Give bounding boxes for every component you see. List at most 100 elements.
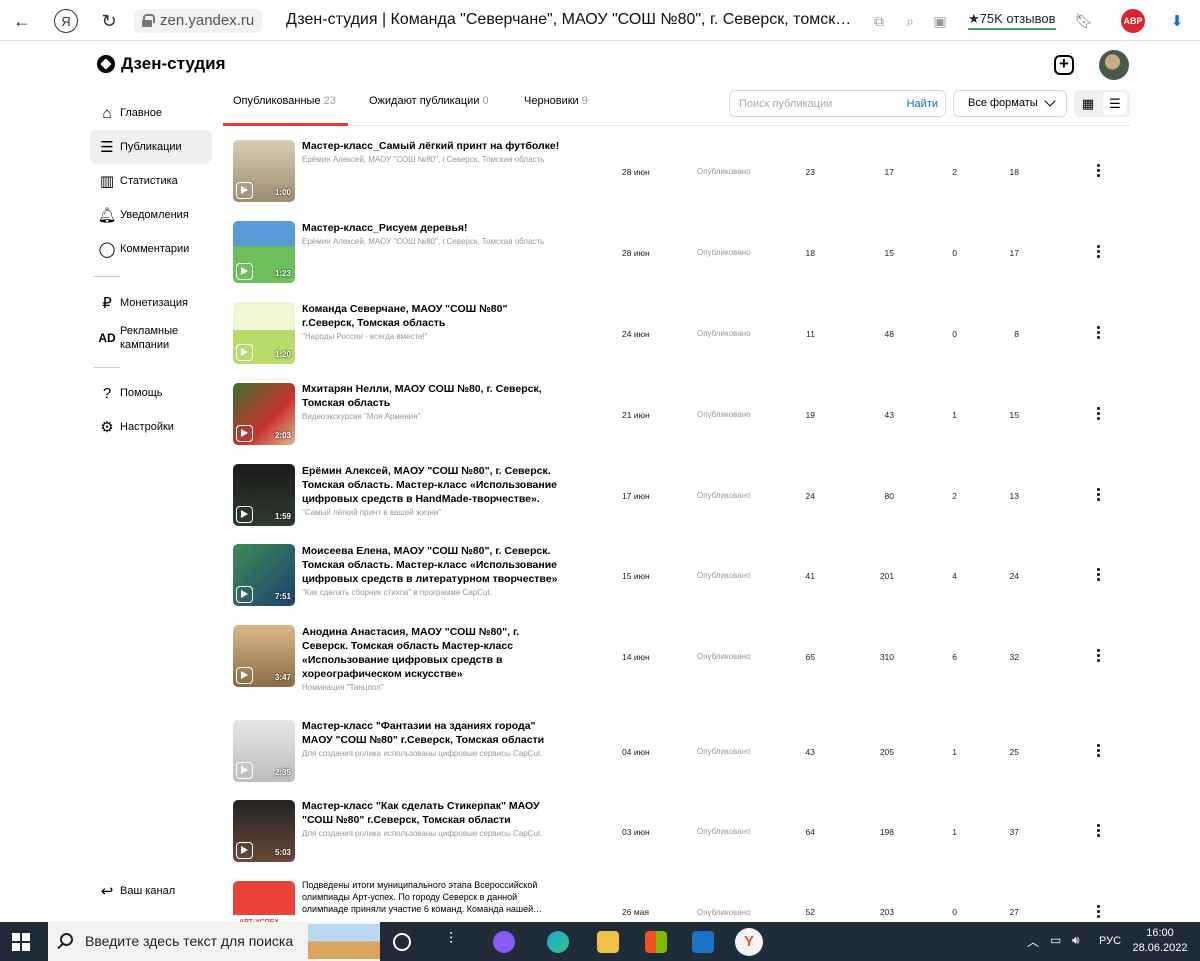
video-thumbnail[interactable]: 5:03 [233,800,295,862]
publication-title[interactable]: Подведены итоги муниципального этапа Все… [302,879,560,915]
search-page-icon[interactable]: ⌕ [898,9,922,33]
yandex-browser-taskbar-icon[interactable]: Y [735,928,763,956]
publication-title[interactable]: Мастер-класс_Самый лёгкий принт на футбо… [302,139,560,153]
video-thumbnail[interactable]: 1:23 [233,221,295,283]
tab-pending[interactable]: Ожидают публикации 0 [369,95,489,107]
more-options-icon[interactable] [1093,407,1103,422]
sidebar-item-notifications[interactable]: 🔔︎ Уведомления [90,198,212,232]
tray-chevron-icon[interactable]: ︿ [1027,933,1039,950]
more-options-icon[interactable] [1093,744,1103,759]
publication-metric: 52 [805,907,815,917]
sidebar-item-stats[interactable]: ▥ Статистика [90,164,212,198]
video-thumbnail[interactable]: 3:47 [233,625,295,687]
publication-title[interactable]: Мхитарян Нелли, МАОУ СОШ №80, г. Северск… [302,382,560,410]
publication-row[interactable]: 1:59 Ерёмин Алексей, МАОУ "СОШ №80", г. С… [223,450,1130,531]
more-options-icon[interactable] [1093,164,1103,179]
tab-published[interactable]: Опубликованные 23 [233,95,336,107]
more-options-icon[interactable] [1093,568,1103,583]
edge-icon[interactable] [547,931,569,953]
taskbar-search-input[interactable]: Введите здесь текст для поиска [48,922,380,961]
format-filter-dropdown[interactable]: Все форматы [953,90,1067,117]
file-explorer-icon[interactable] [597,931,619,953]
sidebar-item-home[interactable]: ⌂ Главное [90,96,212,130]
video-thumbnail[interactable]: 2:35 [233,720,295,782]
publication-metric: 11 [806,329,815,339]
play-icon [236,842,253,859]
more-options-icon[interactable] [1093,824,1103,839]
alice-icon[interactable] [493,931,515,953]
back-arrow-icon[interactable]: ← [10,9,34,33]
store-icon[interactable] [645,931,667,953]
task-view-icon[interactable] [393,933,411,951]
reload-icon[interactable]: ↻ [97,9,121,33]
yandex-browser-icon[interactable]: Я [54,9,78,33]
more-options-icon[interactable] [1093,326,1103,341]
notifications-icon[interactable]: ▣ [928,9,952,33]
network-icon[interactable]: ▭ [1050,933,1061,947]
sidebar-item-comments[interactable]: ◯ Комментарии [90,232,212,266]
translate-icon[interactable]: ⧉ [867,9,891,33]
publication-row[interactable]: 2:03 Мхитарян Нелли, МАОУ СОШ №80, г. Сев… [223,369,1130,450]
create-button[interactable]: + [1054,55,1074,75]
list-view-icon[interactable]: ☰ [1103,92,1127,115]
publication-metric: 6 [952,652,957,662]
publication-row[interactable]: 1:20 Команда Северчане, МАОУ "СОШ №80" г.… [223,288,1130,369]
publication-status: Опубликовано [697,652,751,661]
publication-title[interactable]: Мастер-класс "Фантазии на зданиях города… [302,719,560,747]
abp-extension-icon[interactable]: ABP [1121,9,1145,33]
sidebar-item-publications[interactable]: ☰ Публикации [90,130,212,164]
publication-title[interactable]: Ерёмин Алексей, МАОУ "СОШ №80", г. Север… [302,464,560,506]
play-icon [236,263,253,280]
zen-logo-icon [97,55,115,73]
publication-row[interactable]: 3:47 Анодина Анастасия, МАОУ "СОШ №80", г… [223,611,1130,692]
grid-view-icon[interactable]: ▦ [1076,92,1100,115]
ruble-icon: ₽ [102,295,112,312]
publication-metric: 0 [952,329,957,339]
sidebar-item-monetization[interactable]: ₽ Монетизация [90,286,212,320]
downloads-icon[interactable]: ⬇ [1165,9,1189,33]
search-button[interactable]: Найти [907,98,938,110]
publication-title[interactable]: Мастер-класс_Рисуем деревья! [302,221,560,235]
publication-status: Опубликовано [697,410,751,419]
language-indicator[interactable]: РУС [1099,935,1121,947]
publication-row[interactable]: 1:00 Мастер-класс_Самый лёгкий принт на ф… [223,126,1130,207]
publication-metric: 1 [952,747,957,757]
gear-icon: ⚙ [100,419,114,436]
sidebar-item-your-channel[interactable]: ↩ Ваш канал [90,874,212,908]
sidebar-item-ad-campaigns[interactable]: AD Рекламные кампании [90,321,212,355]
more-options-icon[interactable] [1093,905,1103,920]
video-thumbnail[interactable]: 1:59 [233,464,295,526]
app-logo[interactable]: Дзен-студия [97,54,226,74]
tab-drafts[interactable]: Черновики 9 [524,95,588,107]
windows-start-icon[interactable] [12,933,30,951]
video-thumbnail[interactable]: 7:51 [233,544,295,606]
publication-row[interactable]: 2:35 Мастер-класс "Фантазии на зданиях го… [223,706,1130,787]
search-input[interactable]: Поиск публикации Найти [729,90,946,117]
publication-title[interactable]: Команда Северчане, МАОУ "СОШ №80" г.Севе… [302,302,560,330]
publication-title[interactable]: Анодина Анастасия, МАОУ "СОШ №80", г. Се… [302,625,560,681]
address-bar[interactable]: zen.yandex.ru [134,9,263,33]
video-thumbnail[interactable]: 1:00 [233,140,295,202]
mail-icon[interactable] [692,931,714,953]
sidebar-item-help[interactable]: ? Помощь [90,376,212,410]
publication-row[interactable]: 1:23 Мастер-класс_Рисуем деревья! Ерёмин А… [223,207,1130,288]
play-icon [236,344,253,361]
publication-title[interactable]: Мастер-класс "Как сделать Стикерпак" МАО… [302,799,560,827]
more-options-icon[interactable] [1093,245,1103,260]
widgets-icon[interactable]: ⫶ [440,931,462,953]
clock[interactable]: 16:00 28.06.2022 [1132,926,1188,956]
avatar[interactable] [1099,50,1129,80]
reviews-badge[interactable]: ★75K отзывов [968,11,1056,30]
video-duration: 5:03 [274,848,291,857]
publication-title[interactable]: Моисеева Елена, МАОУ "СОШ №80", г. Север… [302,544,560,586]
publication-row[interactable]: 5:03 Мастер-класс "Как сделать Стикерпак"… [223,786,1130,867]
bookmark-icon[interactable]: 🔖︎ [1072,9,1096,33]
publication-metric: 17 [884,167,894,177]
volume-icon[interactable]: 🔊︎ [1072,933,1080,948]
video-thumbnail[interactable]: 2:03 [233,383,295,445]
more-options-icon[interactable] [1093,649,1103,664]
more-options-icon[interactable] [1093,488,1103,503]
sidebar-item-settings[interactable]: ⚙ Настройки [90,410,212,444]
publication-row[interactable]: 7:51 Моисеева Елена, МАОУ "СОШ №80", г. С… [223,530,1130,611]
video-thumbnail[interactable]: 1:20 [233,302,295,364]
